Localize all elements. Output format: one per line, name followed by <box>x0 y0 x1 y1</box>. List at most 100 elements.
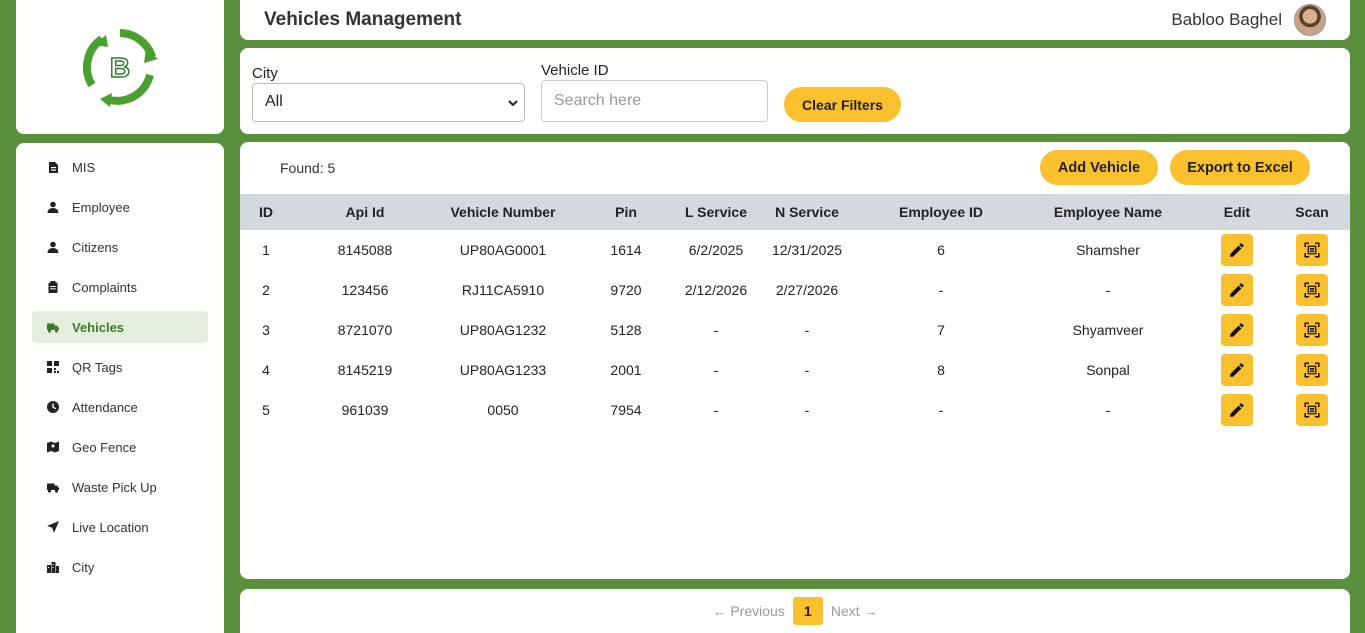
logo-card: B <box>16 0 224 134</box>
sidebar-item-citizens[interactable]: Citizens <box>32 231 208 263</box>
sidebar-item-label: Geo Fence <box>72 439 137 455</box>
table-cell: UP80AG1232 <box>459 322 547 338</box>
map-icon <box>46 440 60 454</box>
vehicles-table: ID Api Id Vehicle Number Pin L Service N Serv… <box>240 194 1350 430</box>
column-header: ID <box>259 204 273 220</box>
city-select[interactable]: All <box>252 83 525 122</box>
truck-icon <box>46 480 60 494</box>
pencil-icon <box>1228 401 1246 419</box>
table-cell: 6/2/2025 <box>688 242 744 258</box>
column-header: Scan <box>1295 204 1329 220</box>
table-cell: 6 <box>937 242 945 258</box>
pencil-icon <box>1228 281 1246 299</box>
column-header: Api Id <box>345 204 385 220</box>
table-cell: 2/12/2026 <box>684 282 748 298</box>
table-cell: Sonpal <box>1086 362 1130 378</box>
table-cell: 1 <box>262 242 270 258</box>
table-cell: 8 <box>937 362 945 378</box>
scan-button[interactable] <box>1296 314 1328 346</box>
sidebar-item-label: Employee <box>72 199 130 215</box>
user-menu[interactable]: Babloo Baghel <box>1171 4 1326 36</box>
table-cell: - <box>804 362 810 378</box>
edit-button[interactable] <box>1221 354 1253 386</box>
pagination-panel: ← Previous 1 Next → <box>240 589 1350 633</box>
sidebar-item-complaints[interactable]: Complaints <box>32 271 208 303</box>
scan-icon <box>1303 321 1321 339</box>
sidebar-item-qr-tags[interactable]: QR Tags <box>32 351 208 383</box>
table-cell: 0050 <box>487 402 519 418</box>
table-row: 2 123456 RJ11CA5910 9720 2/12/2026 2/27/2026 -… <box>240 270 1350 310</box>
scan-cell <box>1274 350 1350 390</box>
table-row: 3 8721070 UP80AG1232 5128 - - 7 Shyamveer <box>240 310 1350 350</box>
sidebar-item-label: MIS <box>72 159 96 175</box>
column-header: N Service <box>775 204 839 220</box>
logo-icon: B <box>82 29 158 107</box>
next-page-link[interactable]: Next → <box>831 603 878 619</box>
table-row: 4 8145219 UP80AG1233 2001 - - 8 Sonpal <box>240 350 1350 390</box>
scan-button[interactable] <box>1296 354 1328 386</box>
scan-icon <box>1303 361 1321 379</box>
column-header: Pin <box>615 204 637 220</box>
table-cell: - <box>713 402 719 418</box>
person-icon <box>46 240 60 254</box>
sidebar-item-waste-pick-up[interactable]: Waste Pick Up <box>32 471 208 503</box>
truck-icon <box>46 320 60 334</box>
scan-icon <box>1303 401 1321 419</box>
header-bar: Vehicles Management Babloo Baghel <box>240 0 1350 40</box>
edit-button[interactable] <box>1221 394 1253 426</box>
edit-button[interactable] <box>1221 234 1253 266</box>
results-count: Found: 5 <box>280 160 336 176</box>
clock-icon <box>46 400 60 414</box>
table-cell: - <box>938 282 944 298</box>
table-cell: UP80AG0001 <box>459 242 547 258</box>
scan-button[interactable] <box>1296 234 1328 266</box>
avatar[interactable] <box>1294 4 1326 36</box>
pencil-icon <box>1228 321 1246 339</box>
column-header: L Service <box>684 204 747 220</box>
sidebar: MIS Employee Citizens Complaints Vehicles QR … <box>16 143 224 633</box>
clear-filters-button[interactable]: Clear Filters <box>784 87 901 122</box>
scan-button[interactable] <box>1296 274 1328 306</box>
city-label: City <box>252 65 278 82</box>
table-cell: 3 <box>262 322 270 338</box>
sidebar-item-attendance[interactable]: Attendance <box>32 391 208 423</box>
table-cell: - <box>1105 282 1111 298</box>
table-cell: 1614 <box>610 242 642 258</box>
vehicle-id-search-input[interactable] <box>541 80 768 122</box>
edit-button[interactable] <box>1221 314 1253 346</box>
sidebar-item-geo-fence[interactable]: Geo Fence <box>32 431 208 463</box>
edit-button[interactable] <box>1221 274 1253 306</box>
previous-page-link[interactable]: ← Previous <box>712 603 784 619</box>
table-cell: 9720 <box>610 282 642 298</box>
sidebar-item-vehicles[interactable]: Vehicles <box>32 311 208 343</box>
report-icon <box>46 160 60 174</box>
scan-cell <box>1274 390 1350 430</box>
sidebar-item-mis[interactable]: MIS <box>32 151 208 183</box>
vehicles-table-panel: Found: 5 Add Vehicle Export to Excel ID A… <box>240 142 1350 579</box>
table-cell: - <box>804 402 810 418</box>
sidebar-item-label: Live Location <box>72 519 149 535</box>
scan-cell <box>1274 270 1350 310</box>
table-cell: 123456 <box>341 282 389 298</box>
vehicle-id-label: Vehicle ID <box>541 62 609 79</box>
table-cell: RJ11CA5910 <box>461 282 545 298</box>
column-header: Edit <box>1223 204 1251 220</box>
city-icon <box>46 560 60 574</box>
column-header: Employee Name <box>1053 204 1163 220</box>
pencil-icon <box>1228 241 1246 259</box>
edit-cell <box>1200 230 1274 270</box>
table-cell: UP80AG1233 <box>459 362 547 378</box>
city-select-value: All <box>265 93 283 110</box>
sidebar-item-label: Waste Pick Up <box>72 479 157 495</box>
add-vehicle-button[interactable]: Add Vehicle <box>1040 150 1158 185</box>
edit-cell <box>1200 270 1274 310</box>
page-number-current[interactable]: 1 <box>792 597 823 625</box>
table-cell: 7954 <box>610 402 642 418</box>
sidebar-item-employee[interactable]: Employee <box>32 191 208 223</box>
table-cell: 961039 <box>341 402 389 418</box>
scan-button[interactable] <box>1296 394 1328 426</box>
sidebar-item-live-location[interactable]: Live Location <box>32 511 208 543</box>
export-excel-button[interactable]: Export to Excel <box>1170 150 1310 185</box>
table-cell: 12/31/2025 <box>771 242 843 258</box>
sidebar-item-city[interactable]: City <box>32 551 208 583</box>
